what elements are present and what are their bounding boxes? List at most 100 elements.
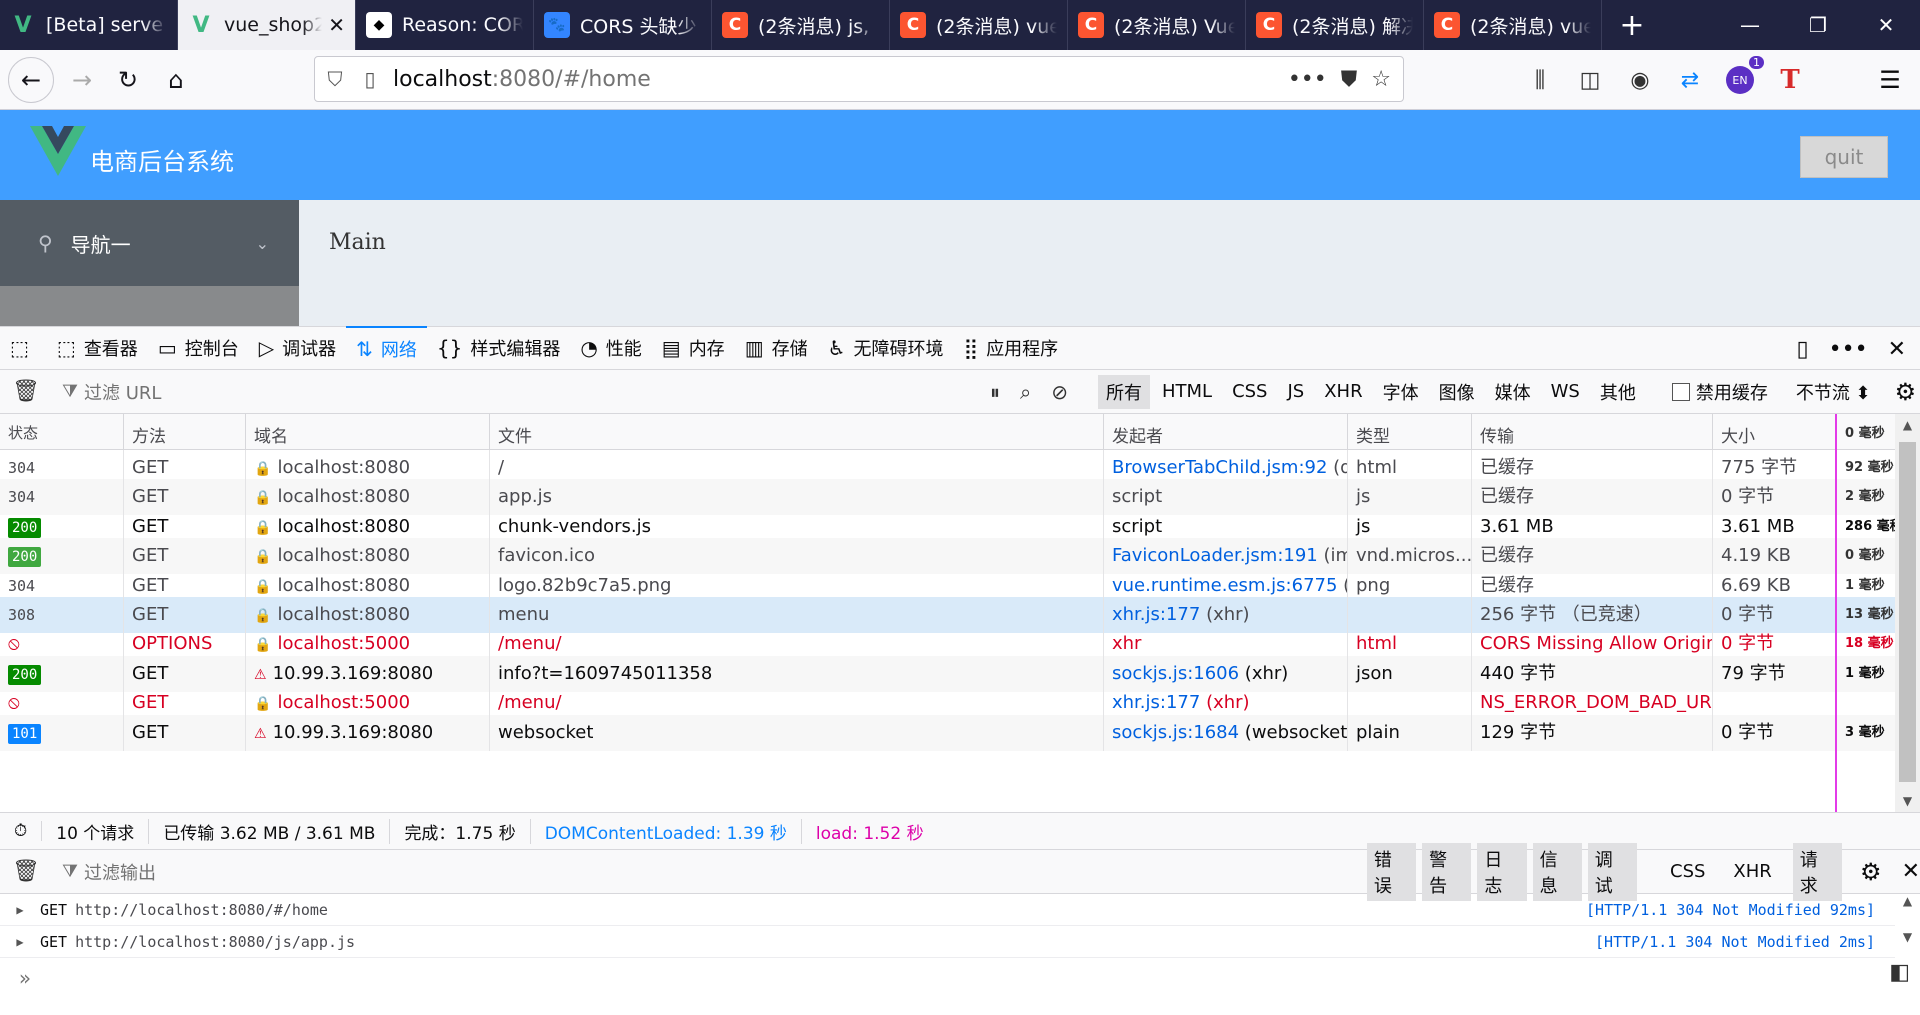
throttle-select[interactable]: 不节流 ⬍ <box>1796 379 1871 405</box>
browser-tab[interactable]: Vvue_shop2 ✕ <box>178 0 356 50</box>
column-header[interactable]: 域名 <box>246 414 490 449</box>
console-url[interactable]: http://localhost:8080/js/app.js <box>75 933 1595 951</box>
sidebar-icon[interactable]: ◫ <box>1570 60 1610 100</box>
column-header[interactable]: 类型 <box>1348 414 1472 449</box>
console-message[interactable]: ▶ GET http://localhost:8080/js/app.js [HTTP… <box>0 926 1895 958</box>
element-picker-icon[interactable]: ⬚ <box>0 326 47 370</box>
translate-extension-icon[interactable]: EN 1 <box>1720 56 1764 100</box>
page-actions-icon[interactable]: ••• <box>1288 67 1327 92</box>
type-filter-button[interactable]: 图像 <box>1431 375 1483 409</box>
forward-button[interactable]: → <box>62 60 102 100</box>
console-status[interactable]: [HTTP/1.1 304 Not Modified 92ms] <box>1586 901 1895 919</box>
console-extra-filter[interactable]: 请求 <box>1792 842 1843 901</box>
account-icon[interactable]: ◉ <box>1620 60 1660 100</box>
devtools-tab-accessibility[interactable]: ♿ 无障碍环境 <box>818 326 954 370</box>
devtools-tab-memory[interactable]: ▤ 内存 <box>652 326 735 370</box>
scrollbar[interactable]: ▲ ▼ <box>1895 414 1920 812</box>
scroll-up-icon[interactable]: ▲ <box>1895 418 1920 432</box>
browser-tab[interactable]: 🐾 CORS 头缺少 <box>534 0 712 50</box>
type-filter-button[interactable]: CSS <box>1224 377 1275 406</box>
column-header[interactable]: 0 毫秒 <box>1837 414 1895 449</box>
minimize-icon[interactable]: — <box>1716 0 1784 50</box>
expand-triangle-icon[interactable]: ▶ <box>0 903 40 917</box>
initiator-link[interactable]: xhr.js:177 <box>1112 604 1200 625</box>
clear-console-icon[interactable]: 🗑 <box>12 859 40 884</box>
quit-button[interactable]: quit <box>1800 136 1888 178</box>
browser-tab[interactable]: ◆ Reason: COR <box>356 0 534 50</box>
type-filter-button[interactable]: WS <box>1543 377 1588 406</box>
close-devtools-icon[interactable]: ✕ <box>1888 337 1906 362</box>
clear-icon[interactable]: 🗑 <box>12 379 40 404</box>
initiator-link[interactable]: BrowserTabChild.jsm:92 <box>1112 457 1327 478</box>
sync-icon[interactable]: ⇄ <box>1670 60 1710 100</box>
browser-tab[interactable]: C (2条消息) vue <box>1424 0 1602 50</box>
console-message[interactable]: ▶ GET http://localhost:8080/#/home [HTTP/1.… <box>0 894 1895 926</box>
initiator-link[interactable]: FaviconLoader.jsm:191 <box>1112 545 1318 566</box>
console-level-button[interactable]: 日志 <box>1477 842 1527 901</box>
scroll-down-icon[interactable]: ▼ <box>1895 794 1920 808</box>
devtools-tab-console[interactable]: ▭ 控制台 <box>148 326 249 370</box>
type-filter-button[interactable]: 字体 <box>1375 375 1427 409</box>
console-input[interactable]: » <box>0 958 1920 998</box>
browser-tab[interactable]: V [Beta] serve - <box>0 0 178 50</box>
home-button[interactable]: ⌂ <box>156 60 196 100</box>
browser-tab[interactable]: C (2条消息) vue <box>890 0 1068 50</box>
devtools-tab-performance[interactable]: ◔ 性能 <box>570 326 651 370</box>
type-filter-button[interactable]: 其他 <box>1592 375 1644 409</box>
type-filter-button[interactable]: 所有 <box>1097 374 1150 409</box>
new-tab-button[interactable]: + <box>1602 0 1662 50</box>
back-button[interactable]: ← <box>8 57 54 103</box>
scroll-thumb[interactable] <box>1899 442 1916 782</box>
console-sidebar-toggle-icon[interactable]: ◧ <box>1889 960 1910 985</box>
console-status[interactable]: [HTTP/1.1 304 Not Modified 2ms] <box>1595 933 1895 951</box>
pause-icon[interactable]: ⏸ <box>990 380 1000 404</box>
console-filter-input[interactable]: 过滤输出 <box>84 859 156 885</box>
console-level-button[interactable]: 调试 <box>1587 842 1637 901</box>
column-header[interactable]: 传输 <box>1472 414 1713 449</box>
type-filter-button[interactable]: XHR <box>1316 377 1370 406</box>
bookmark-star-icon[interactable]: ☆ <box>1371 67 1391 92</box>
console-url[interactable]: http://localhost:8080/#/home <box>75 901 1586 919</box>
type-filter-button[interactable]: HTML <box>1154 377 1220 406</box>
disable-cache-checkbox[interactable]: 禁用缓存 <box>1671 379 1768 405</box>
column-header[interactable]: 状态 <box>0 414 124 449</box>
type-filter-button[interactable]: JS <box>1279 377 1312 406</box>
search-icon[interactable]: ⌕ <box>1020 380 1031 404</box>
initiator-link[interactable]: sockjs.js:1606 <box>1112 663 1239 684</box>
console-settings-gear-icon[interactable]: ⚙ <box>1860 858 1882 886</box>
console-extra-filter[interactable]: XHR <box>1726 858 1778 885</box>
initiator-link[interactable]: vue.runtime.esm.js:6775 <box>1112 575 1337 596</box>
devtools-tab-network[interactable]: ⇅ 网络 <box>346 326 427 370</box>
close-split-console-icon[interactable]: ✕ <box>1902 859 1920 884</box>
tracking-shield-icon[interactable]: ⛉ <box>315 67 355 91</box>
menu-icon[interactable]: ☰ <box>1870 60 1910 100</box>
url-bar[interactable]: ⛉ ▯ localhost:8080/#/home ••• ⛊ ☆ <box>314 56 1404 102</box>
devtools-tab-storage[interactable]: ▥ 存储 <box>735 326 818 370</box>
column-header[interactable]: 文件 <box>490 414 1104 449</box>
devtools-tab-inspector[interactable]: ⬚ 查看器 <box>47 326 148 370</box>
dock-icon[interactable]: ▯ <box>1797 337 1809 362</box>
initiator-link[interactable]: sockjs.js:1684 <box>1112 722 1239 743</box>
close-window-icon[interactable]: ✕ <box>1852 0 1920 50</box>
reload-button[interactable]: ↻ <box>108 60 148 100</box>
table-row[interactable]: 101 GET ⚠ 10.99.3.169:8080 websocket sockjs.j… <box>0 714 1895 751</box>
devtools-tab-application[interactable]: ⣿ 应用程序 <box>954 326 1069 370</box>
url-text[interactable]: localhost:8080/#/home <box>385 67 1288 92</box>
devtools-tab-debugger[interactable]: ▷ 调试器 <box>249 326 346 370</box>
gear-icon[interactable]: ⚙ <box>1895 378 1917 406</box>
console-extra-filter[interactable]: CSS <box>1663 858 1712 885</box>
column-header[interactable]: 大小 <box>1713 414 1837 449</box>
sidebar-item-nav-1[interactable]: ⚲ 导航一 ⌄ <box>0 200 299 286</box>
devtools-tab-style-editor[interactable]: {} 样式编辑器 <box>427 326 570 370</box>
expand-triangle-icon[interactable]: ▶ <box>0 935 40 949</box>
type-filter-button[interactable]: 媒体 <box>1487 375 1539 409</box>
url-filter-input[interactable]: 过滤 URL <box>84 379 161 405</box>
column-header[interactable]: 方法 <box>124 414 246 449</box>
devtools-options-icon[interactable]: ••• <box>1829 337 1868 362</box>
pocket-icon[interactable]: ⛊ <box>1341 67 1358 92</box>
browser-tab[interactable]: C (2条消息) Vue <box>1068 0 1246 50</box>
console-level-button[interactable]: 错误 <box>1366 842 1417 901</box>
page-info-icon[interactable]: ▯ <box>355 67 385 91</box>
restore-icon[interactable]: ❐ <box>1784 0 1852 50</box>
block-icon[interactable]: ⊘ <box>1051 380 1068 404</box>
